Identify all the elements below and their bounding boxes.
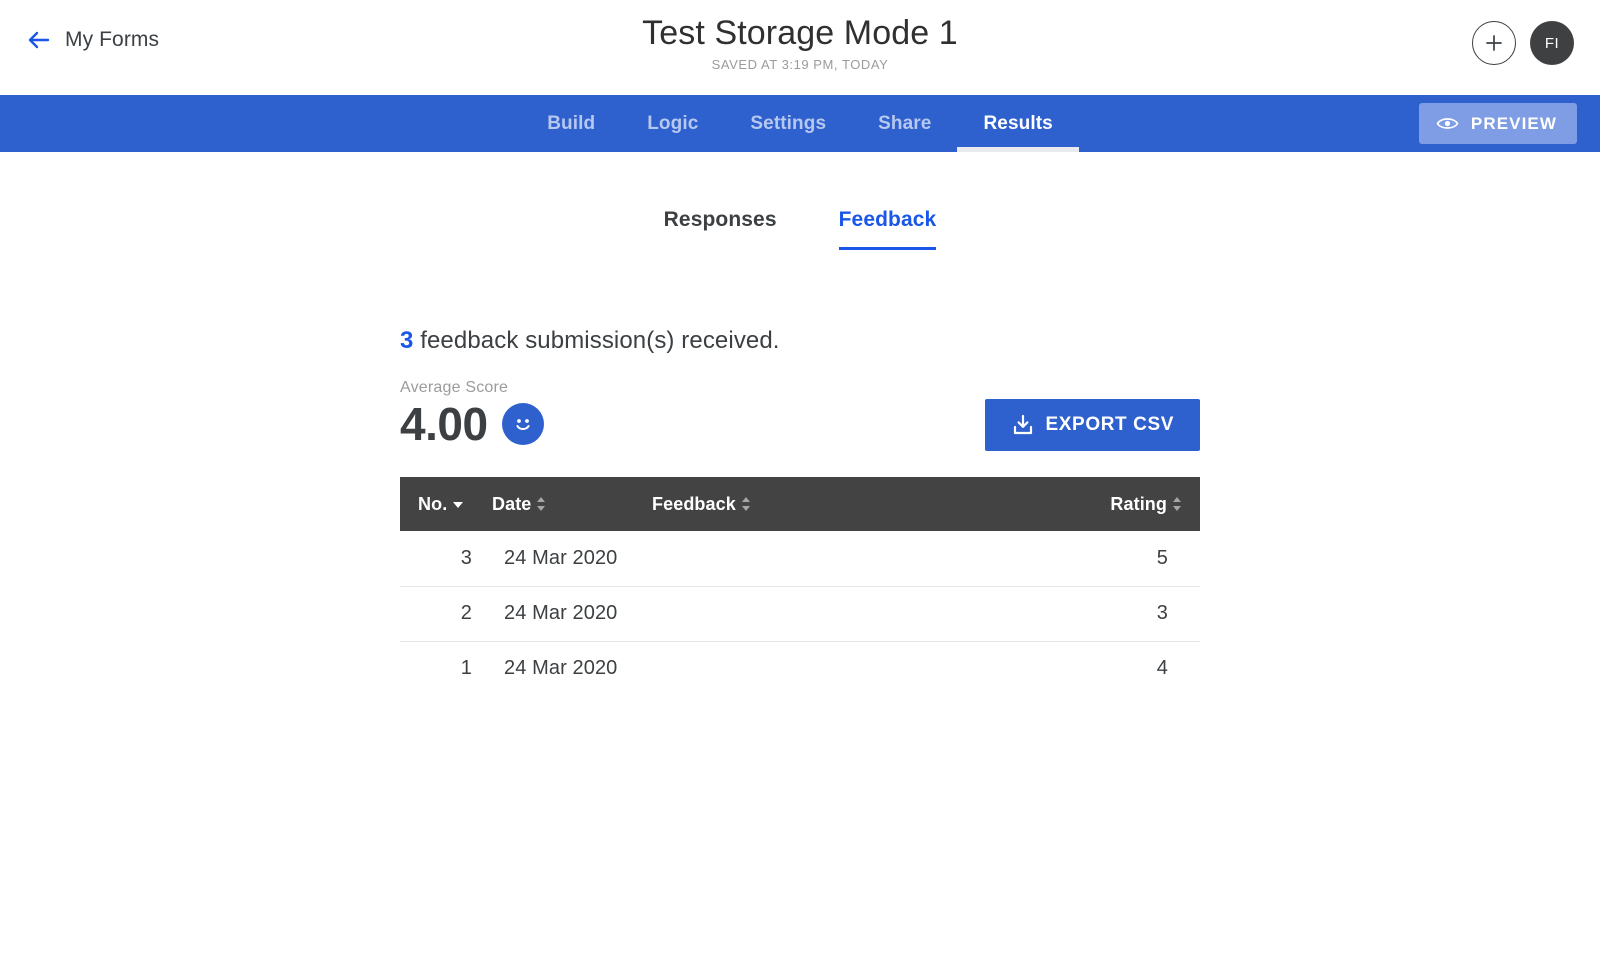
table-row[interactable]: 2 24 Mar 2020 3 <box>400 586 1200 642</box>
cell-feedback <box>652 586 1072 642</box>
tab-build-label: Build <box>547 112 596 134</box>
column-header-no-label: No. <box>418 493 448 514</box>
tab-share[interactable]: Share <box>852 95 957 152</box>
cell-date: 24 Mar 2020 <box>504 657 618 680</box>
tab-results[interactable]: Results <box>957 95 1080 152</box>
column-header-rating-label: Rating <box>1110 493 1167 514</box>
sort-both-icon <box>537 496 546 512</box>
header-actions: FI <box>1472 21 1574 65</box>
cell-date: 24 Mar 2020 <box>492 531 652 587</box>
column-header-rating[interactable]: Rating <box>1072 477 1200 531</box>
tab-logic[interactable]: Logic <box>621 95 724 152</box>
column-header-date-label: Date <box>492 493 532 514</box>
cell-no: 3 <box>400 531 492 587</box>
column-header-no[interactable]: No. <box>400 477 492 531</box>
cell-rating: 5 <box>1072 531 1200 587</box>
table-header-row: No. Date Feedback Rating <box>400 477 1200 531</box>
page-title: Test Storage Mode 1 <box>642 14 958 52</box>
title-block: Test Storage Mode 1 SAVED AT 3:19 PM, TO… <box>0 12 1600 72</box>
average-score-value: 4.00 <box>400 398 488 450</box>
cell-feedback <box>652 641 1072 696</box>
plus-icon <box>1484 33 1504 53</box>
feedback-panel: 3 feedback submission(s) received. Avera… <box>400 250 1200 696</box>
submission-summary: 3 feedback submission(s) received. <box>400 327 1200 355</box>
table-row[interactable]: 3 24 Mar 2020 5 <box>400 531 1200 587</box>
preview-button[interactable]: PREVIEW <box>1418 103 1577 144</box>
submission-summary-text: feedback submission(s) received. <box>413 327 780 354</box>
sort-descending-icon <box>453 502 464 508</box>
smiley-face-icon <box>501 403 544 445</box>
average-score-block: Average Score 4.00 <box>400 379 544 451</box>
subtab-responses[interactable]: Responses <box>664 208 777 250</box>
tab-settings[interactable]: Settings <box>724 95 852 152</box>
app-header: My Forms Test Storage Mode 1 SAVED AT 3:… <box>0 0 1600 95</box>
subtab-feedback[interactable]: Feedback <box>838 208 937 250</box>
feedback-table-body: 3 24 Mar 2020 5 2 24 Mar 2020 3 1 24 Mar… <box>400 531 1200 696</box>
saved-status-text: SAVED AT 3:19 PM, TODAY <box>711 57 889 72</box>
submission-count: 3 <box>400 327 414 354</box>
subtab-responses-label: Responses <box>663 208 777 231</box>
tab-results-label: Results <box>983 112 1053 134</box>
cell-rating: 3 <box>1072 586 1200 642</box>
cell-no: 2 <box>400 586 492 642</box>
feedback-table-head: No. Date Feedback Rating <box>400 477 1200 531</box>
eye-icon <box>1436 115 1459 132</box>
cell-no: 1 <box>460 657 472 680</box>
cell-date: 24 Mar 2020 <box>492 586 652 642</box>
results-subtabs: Responses Feedback <box>0 208 1600 250</box>
cell-feedback <box>652 531 1072 587</box>
tab-build[interactable]: Build <box>521 95 621 152</box>
nav-tab-list: Build Logic Settings Share Results <box>521 95 1080 152</box>
tab-logic-label: Logic <box>647 112 699 134</box>
tab-settings-label: Settings <box>750 112 827 134</box>
feedback-table: No. Date Feedback Rating 3 24 Mar 2020 5… <box>400 477 1200 696</box>
average-score-label: Average Score <box>400 379 509 396</box>
table-row[interactable]: 1 24 Mar 2020 4 <box>400 641 1200 696</box>
subtab-feedback-label: Feedback <box>838 208 937 231</box>
export-csv-button[interactable]: EXPORT CSV <box>984 399 1200 451</box>
column-header-feedback[interactable]: Feedback <box>652 477 1072 531</box>
main-nav: Build Logic Settings Share Results PREVI… <box>0 95 1600 152</box>
column-header-feedback-label: Feedback <box>652 493 736 514</box>
download-icon <box>1011 413 1035 437</box>
back-to-my-forms-link[interactable]: My Forms <box>27 28 159 52</box>
avatar[interactable]: FI <box>1530 21 1574 65</box>
column-header-date[interactable]: Date <box>492 477 652 531</box>
sort-both-icon <box>1173 496 1182 512</box>
sort-both-icon <box>741 496 751 512</box>
tab-share-label: Share <box>878 112 932 134</box>
cell-rating: 4 <box>1156 657 1168 680</box>
add-form-button[interactable] <box>1472 21 1516 65</box>
arrow-left-icon <box>27 29 51 51</box>
export-csv-label: EXPORT CSV <box>1045 414 1174 435</box>
preview-button-label: PREVIEW <box>1470 113 1557 133</box>
average-score-value-row: 4.00 <box>400 399 544 449</box>
avatar-initials: FI <box>1544 34 1560 52</box>
score-and-export-row: Average Score 4.00 EXPORT CSV <box>400 379 1200 451</box>
back-link-label: My Forms <box>65 28 160 51</box>
